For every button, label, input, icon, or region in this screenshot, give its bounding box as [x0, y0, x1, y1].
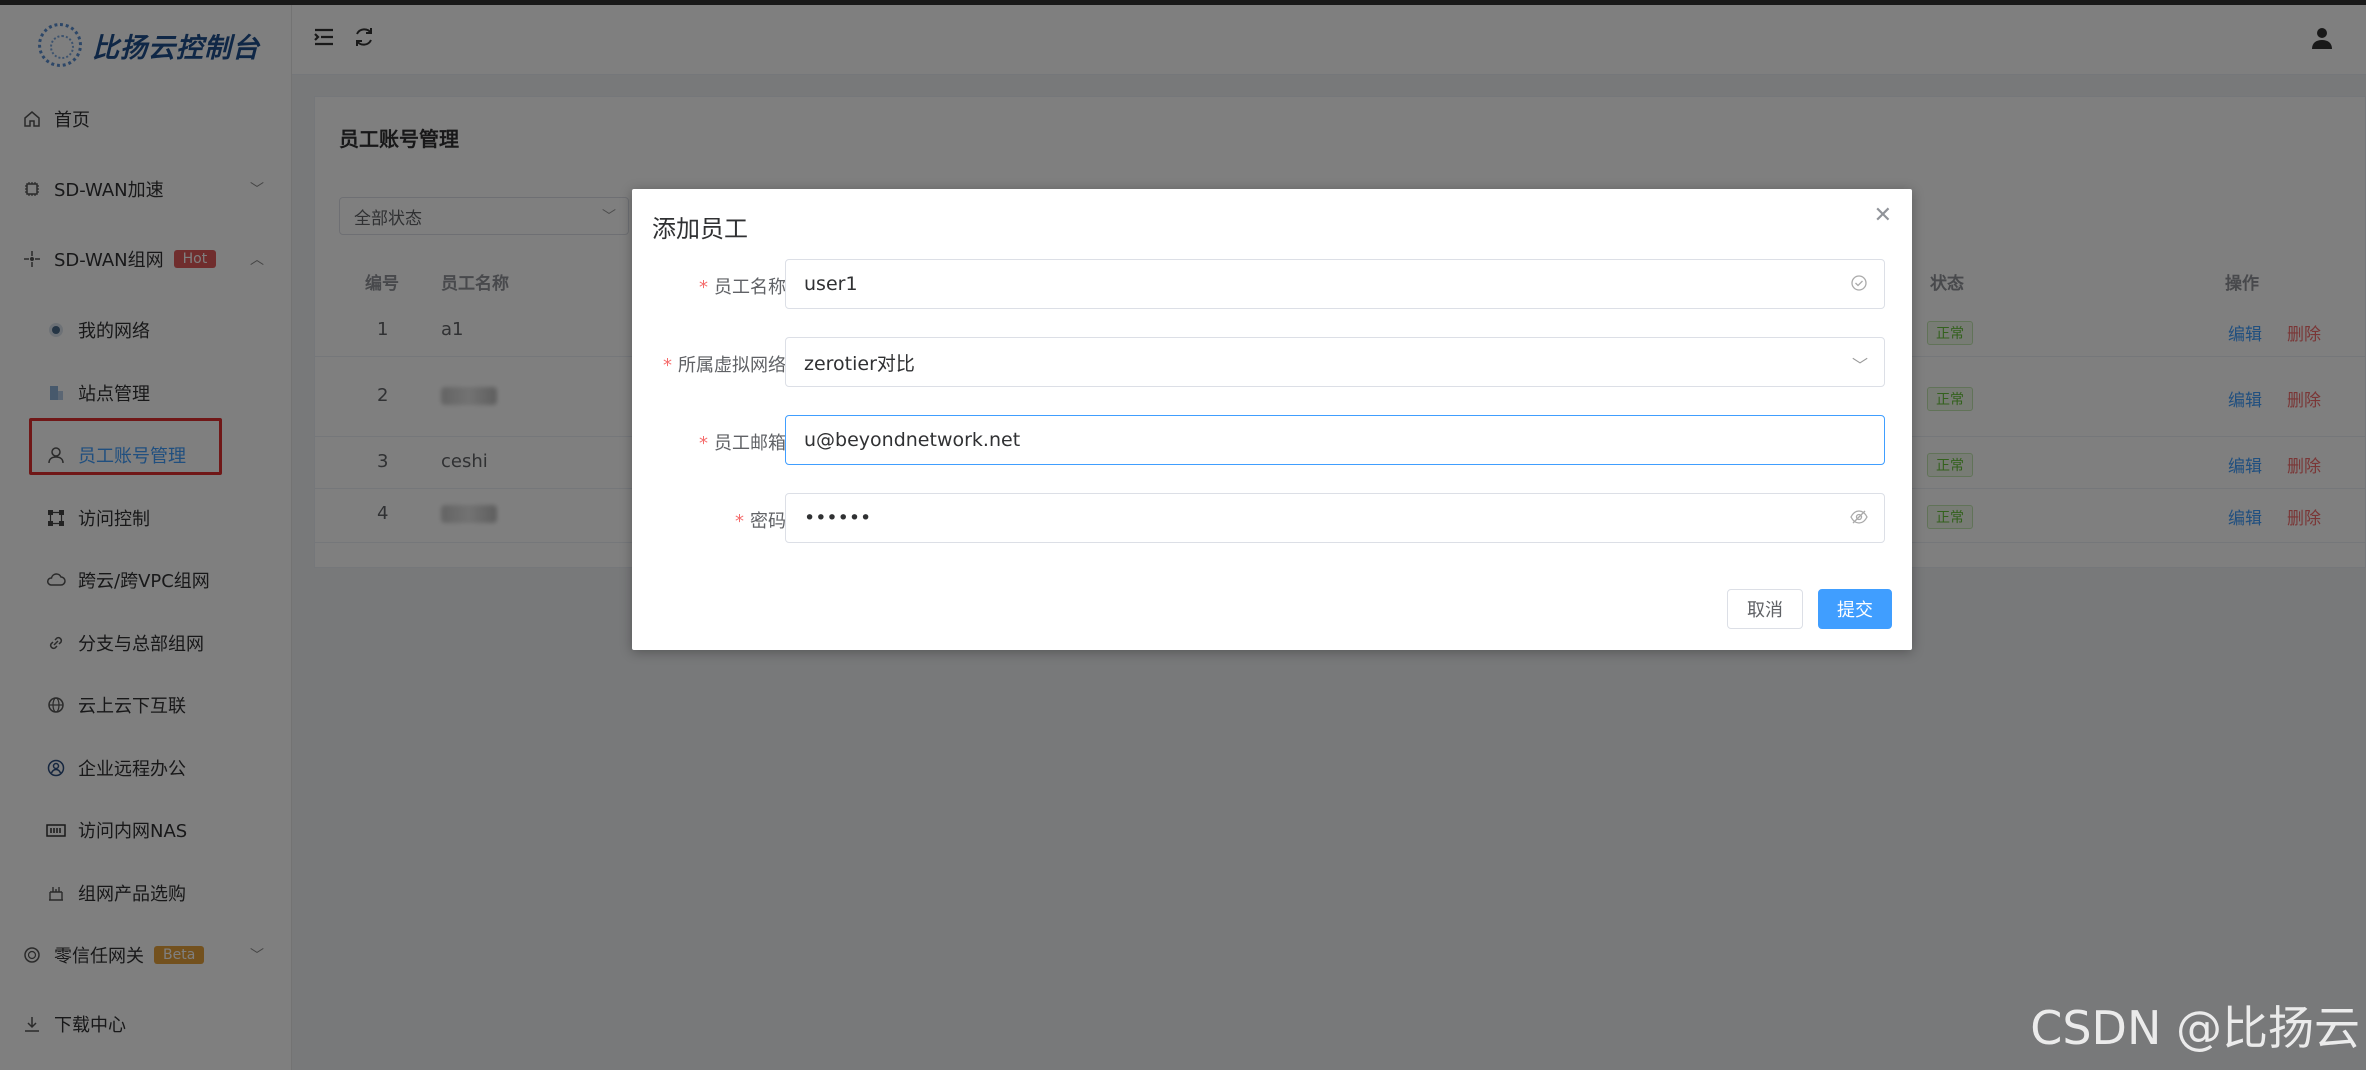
required-marker: *: [735, 511, 744, 532]
password-value: ••••••: [804, 507, 872, 529]
check-circle-icon: [1850, 274, 1868, 296]
password-label: * 密码: [735, 511, 786, 532]
virtual-network-select[interactable]: zerotier对比 ﹀: [785, 337, 1885, 387]
employee-name-label: * 员工名称: [699, 277, 786, 298]
employee-email-label: * 员工邮箱: [699, 433, 786, 454]
required-marker: *: [699, 277, 708, 298]
employee-name-input[interactable]: user1: [785, 259, 1885, 309]
dialog-title: 添加员工: [652, 215, 748, 243]
close-icon[interactable]: ✕: [1874, 203, 1892, 228]
add-employee-dialog: 添加员工 ✕ * 员工名称 user1 * 所属虚拟网络 zerotier对比 ﹀ …: [632, 189, 1912, 650]
required-marker: *: [699, 433, 708, 454]
submit-button[interactable]: 提交: [1818, 589, 1892, 629]
employee-name-value: user1: [804, 273, 858, 295]
password-input[interactable]: ••••••: [785, 493, 1885, 543]
chevron-down-icon: ﹀: [1851, 356, 1868, 375]
employee-email-input[interactable]: u@beyondnetwork.net: [785, 415, 1885, 465]
eye-hidden-icon[interactable]: [1850, 508, 1868, 530]
employee-email-value: u@beyondnetwork.net: [804, 429, 1021, 451]
virtual-network-value: zerotier对比: [804, 352, 915, 375]
watermark: CSDN @比扬云: [2030, 1001, 2360, 1055]
cancel-button[interactable]: 取消: [1727, 589, 1803, 629]
required-marker: *: [663, 355, 672, 376]
virtual-network-label: * 所属虚拟网络: [663, 355, 786, 376]
